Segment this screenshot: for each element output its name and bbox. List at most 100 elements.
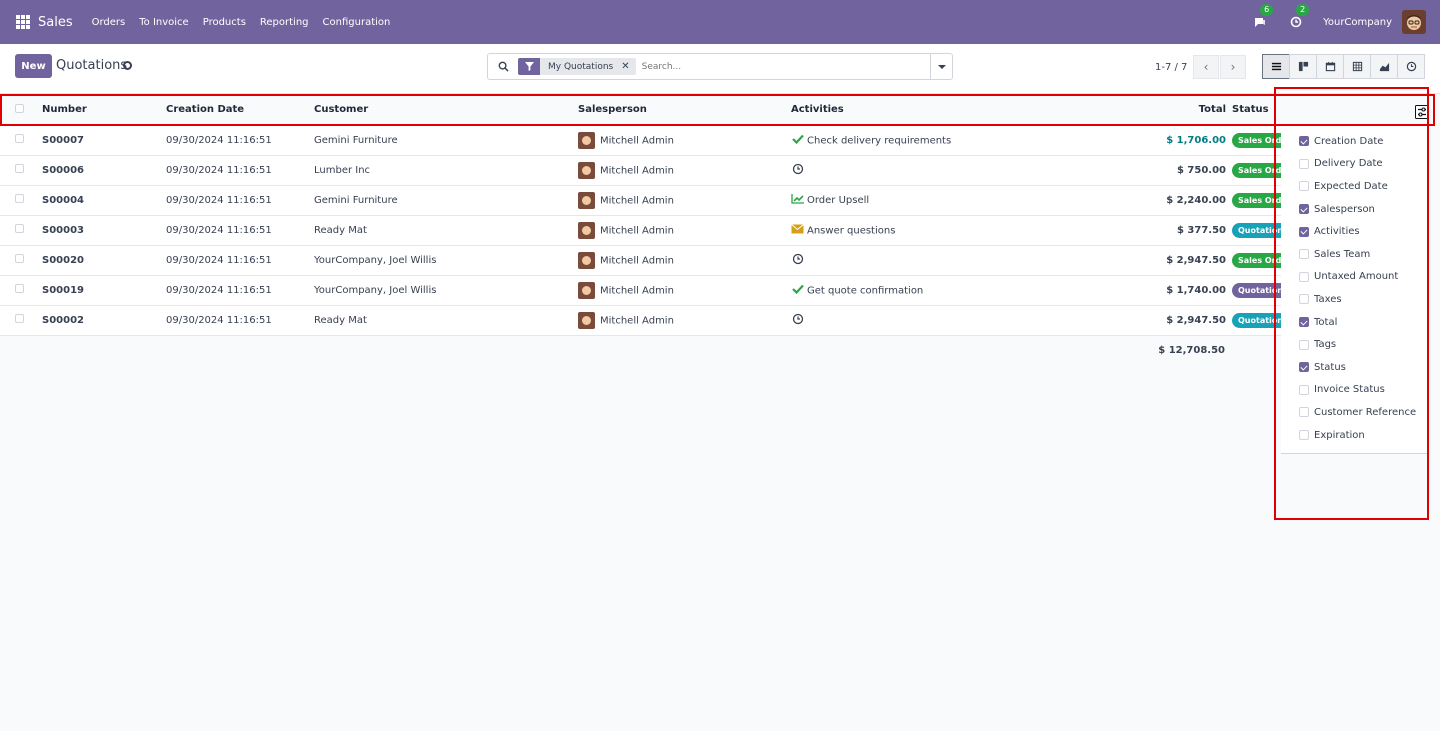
column-header-activities[interactable]: Activities <box>791 95 1091 126</box>
table-row[interactable]: S00003 09/30/2024 11:16:51 Ready Mat Mitche… <box>0 215 1282 246</box>
avatar[interactable] <box>578 311 595 329</box>
optional-column-item[interactable]: Untaxed Amount <box>1281 266 1427 289</box>
envelope-icon[interactable] <box>791 223 804 237</box>
column-header-creation-date[interactable]: Creation Date <box>166 95 314 126</box>
avatar[interactable] <box>578 221 595 239</box>
user-avatar[interactable] <box>1402 10 1426 34</box>
table-row[interactable]: S00004 09/30/2024 11:16:51 Gemini Furnitur… <box>0 185 1282 216</box>
optional-column-item[interactable]: Activities <box>1281 220 1427 243</box>
search-input[interactable] <box>641 61 930 72</box>
avatar[interactable] <box>578 131 595 149</box>
optional-column-item[interactable]: Expected Date <box>1281 175 1427 198</box>
kanban-view-button[interactable] <box>1289 54 1317 79</box>
row-checkbox[interactable] <box>15 134 24 143</box>
optional-column-checkbox[interactable] <box>1299 339 1309 350</box>
optional-column-checkbox[interactable] <box>1299 317 1309 328</box>
check-icon[interactable] <box>791 284 804 297</box>
optional-column-checkbox[interactable] <box>1299 362 1309 373</box>
avatar[interactable] <box>578 161 595 179</box>
optional-column-item[interactable]: Invoice Status <box>1281 379 1427 402</box>
optional-column-checkbox[interactable] <box>1299 407 1309 418</box>
menu-products[interactable]: Products <box>203 17 246 28</box>
optional-column-checkbox[interactable] <box>1299 271 1309 282</box>
optional-column-checkbox[interactable] <box>1299 384 1309 395</box>
optional-column-item[interactable]: Status <box>1281 356 1427 379</box>
optional-column-checkbox[interactable] <box>1299 136 1309 147</box>
activities-button[interactable]: 2 <box>1287 4 1310 31</box>
clock-icon[interactable] <box>791 163 804 178</box>
activity-cell[interactable]: Answer questions <box>791 215 1091 246</box>
check-icon[interactable] <box>791 134 804 147</box>
pager-value[interactable]: 1-7 / 7 <box>1155 62 1187 73</box>
optional-columns-toggle[interactable] <box>1413 103 1430 120</box>
activity-cell[interactable] <box>791 245 1091 276</box>
optional-column-checkbox[interactable] <box>1299 226 1309 237</box>
optional-column-item[interactable]: Tags <box>1281 333 1427 356</box>
calendar-view-button[interactable] <box>1316 54 1344 79</box>
creation-date: 09/30/2024 11:16:51 <box>166 245 314 276</box>
pager-previous-button[interactable]: ‹ <box>1193 55 1219 79</box>
optional-column-checkbox[interactable] <box>1299 181 1309 192</box>
search-icon[interactable] <box>488 61 518 72</box>
search-options-toggle[interactable] <box>930 54 952 79</box>
table-row[interactable]: S00007 09/30/2024 11:16:51 Gemini Furnitur… <box>0 125 1282 156</box>
column-header-customer[interactable]: Customer <box>314 95 578 126</box>
optional-column-checkbox[interactable] <box>1299 430 1309 441</box>
column-header-salesperson[interactable]: Salesperson <box>578 95 791 126</box>
optional-column-item[interactable]: Expiration <box>1281 424 1427 447</box>
optional-column-item[interactable]: Delivery Date <box>1281 153 1427 176</box>
table-row[interactable]: S00006 09/30/2024 11:16:51 Lumber Inc Mitch… <box>0 155 1282 186</box>
chart-line-icon[interactable] <box>791 193 804 207</box>
new-button[interactable]: New <box>15 54 52 78</box>
facet-remove-icon[interactable]: ✕ <box>621 61 635 72</box>
graph-view-button[interactable] <box>1370 54 1398 79</box>
optional-column-item[interactable]: Taxes <box>1281 288 1427 311</box>
optional-column-checkbox[interactable] <box>1299 158 1309 169</box>
optional-column-checkbox[interactable] <box>1299 294 1309 305</box>
pager-next-button[interactable]: › <box>1220 55 1246 79</box>
activity-view-button[interactable] <box>1397 54 1425 79</box>
row-checkbox[interactable] <box>15 314 24 323</box>
apps-grid-icon[interactable] <box>16 15 30 29</box>
activity-cell[interactable]: Order Upsell <box>791 185 1091 216</box>
company-switcher[interactable]: YourCompany <box>1323 17 1392 28</box>
menu-to-invoice[interactable]: To Invoice <box>139 17 188 28</box>
avatar[interactable] <box>578 281 595 299</box>
activity-cell[interactable]: Get quote confirmation <box>791 275 1091 306</box>
row-checkbox[interactable] <box>15 164 24 173</box>
avatar[interactable] <box>578 251 595 269</box>
table-row[interactable]: S00020 09/30/2024 11:16:51 YourCompany, Jo… <box>0 245 1282 276</box>
optional-column-item[interactable]: Total <box>1281 311 1427 334</box>
table-row[interactable]: S00019 09/30/2024 11:16:51 YourCompany, Jo… <box>0 275 1282 306</box>
optional-column-item[interactable]: Creation Date <box>1281 130 1427 153</box>
optional-column-item[interactable]: Customer Reference <box>1281 401 1427 424</box>
optional-column-checkbox[interactable] <box>1299 204 1309 215</box>
row-checkbox[interactable] <box>15 254 24 263</box>
menu-orders[interactable]: Orders <box>92 17 126 28</box>
optional-column-item[interactable]: Salesperson <box>1281 198 1427 221</box>
optional-column-item[interactable]: Sales Team <box>1281 243 1427 266</box>
pivot-view-button[interactable] <box>1343 54 1371 79</box>
column-header-status[interactable]: Status <box>1232 95 1282 126</box>
menu-configuration[interactable]: Configuration <box>323 17 391 28</box>
select-all-checkbox[interactable] <box>15 103 24 113</box>
row-checkbox[interactable] <box>15 284 24 293</box>
activity-cell[interactable] <box>791 305 1091 336</box>
row-checkbox[interactable] <box>15 194 24 203</box>
list-view-button[interactable] <box>1262 54 1290 79</box>
app-name[interactable]: Sales <box>38 15 73 30</box>
activity-cell[interactable] <box>791 155 1091 186</box>
column-header-total[interactable]: Total <box>1091 95 1232 126</box>
clock-icon[interactable] <box>791 253 804 268</box>
avatar[interactable] <box>578 191 595 209</box>
order-total: $ 1,706.00 <box>1091 125 1232 156</box>
gear-icon[interactable] <box>123 61 132 70</box>
row-checkbox[interactable] <box>15 224 24 233</box>
clock-icon[interactable] <box>791 313 804 328</box>
messages-button[interactable]: 6 <box>1251 4 1274 31</box>
activity-cell[interactable]: Check delivery requirements <box>791 125 1091 156</box>
table-row[interactable]: S00002 09/30/2024 11:16:51 Ready Mat Mitche… <box>0 305 1282 336</box>
optional-column-checkbox[interactable] <box>1299 249 1309 260</box>
column-header-number[interactable]: Number <box>42 95 166 126</box>
menu-reporting[interactable]: Reporting <box>260 17 309 28</box>
